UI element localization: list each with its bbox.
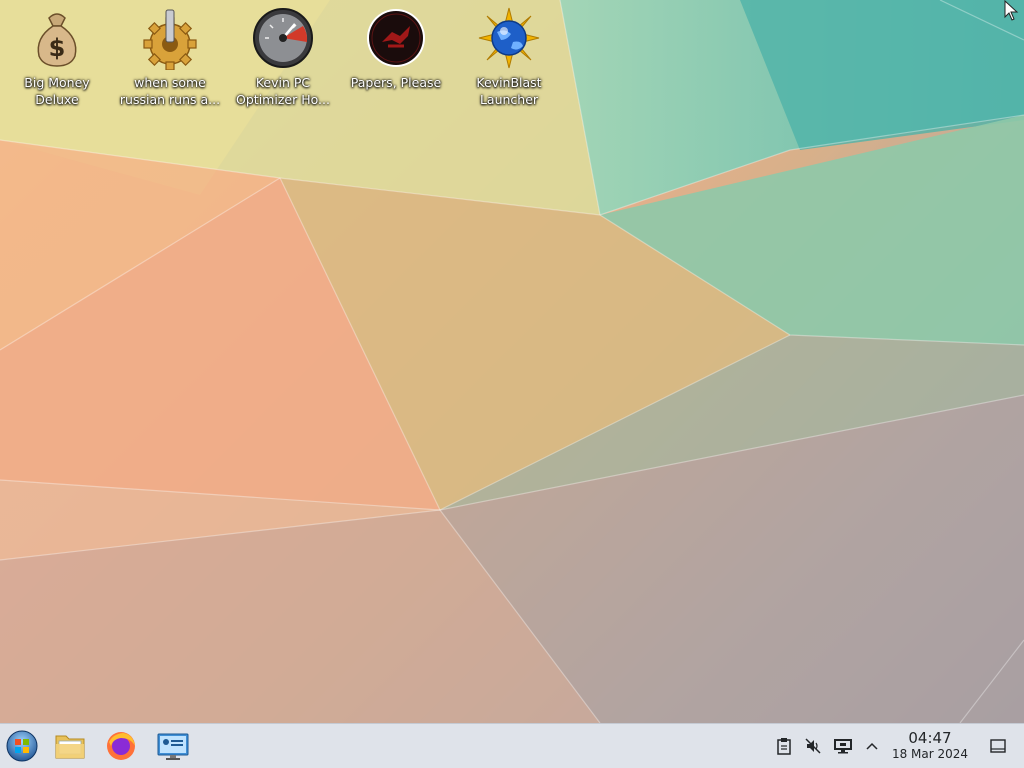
desktop-icon-label: when some russian runs a...	[119, 75, 221, 107]
desktop-icon-big-money-deluxe[interactable]: $ Big Money Deluxe	[1, 6, 113, 108]
show-desktop-button[interactable]	[988, 736, 1008, 756]
svg-text:$: $	[49, 34, 66, 62]
speedometer-icon	[253, 8, 313, 68]
desktop-icon-russian[interactable]: when some russian runs a...	[114, 6, 226, 108]
firefox-button[interactable]	[103, 728, 139, 764]
volume-tray-button[interactable]	[803, 736, 823, 756]
display-tray-button[interactable]	[833, 736, 853, 756]
chevron-up-icon	[866, 742, 878, 750]
show-desktop-icon	[990, 739, 1006, 753]
papers-please-icon	[367, 9, 425, 67]
file-manager-button[interactable]	[52, 728, 88, 764]
clipboard-tray-button[interactable]	[774, 736, 794, 756]
desktop-icon-label: Papers, Please	[350, 75, 442, 90]
clipboard-icon	[777, 738, 791, 755]
desktop: $ Big Money Deluxe when some russian run…	[0, 0, 1024, 723]
control-panel-icon	[157, 733, 189, 760]
desktop-icon-kevin-pc-optimizer[interactable]: Kevin PC Optimizer Ho...	[227, 6, 339, 108]
clock-time: 04:47	[908, 729, 952, 747]
desktop-icon-label: Kevin PC Optimizer Ho...	[236, 75, 330, 107]
monitor-icon	[834, 739, 852, 754]
desktop-icon-kevinblast-launcher[interactable]: KevinBlast Launcher	[453, 6, 565, 108]
money-bag-icon: $	[37, 13, 77, 67]
show-hidden-icons-button[interactable]	[862, 736, 882, 756]
system-settings-button[interactable]	[155, 728, 191, 764]
start-menu-button[interactable]	[4, 728, 40, 764]
clock[interactable]: 04:47 18 Mar 2024	[884, 730, 976, 762]
kevinblast-globe-icon	[478, 7, 540, 69]
firefox-icon	[107, 732, 135, 760]
start-orb-icon	[6, 730, 38, 762]
desktop-icon-label: KevinBlast Launcher	[476, 75, 542, 107]
taskbar: 04:47 18 Mar 2024	[0, 723, 1024, 768]
folder-icon	[55, 735, 85, 759]
clock-date: 18 Mar 2024	[891, 747, 969, 761]
mouse-cursor-icon	[1004, 0, 1019, 21]
desktop-icon-label: Big Money Deluxe	[24, 75, 90, 107]
gear-icon	[143, 9, 197, 70]
desktop-icon-papers-please[interactable]: Papers, Please	[340, 6, 452, 91]
wallpaper	[0, 0, 1024, 723]
speaker-muted-icon	[805, 738, 821, 754]
